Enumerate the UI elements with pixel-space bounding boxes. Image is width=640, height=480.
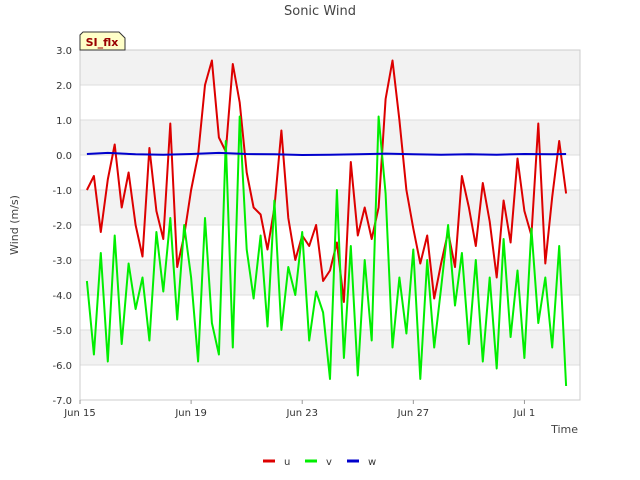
chart-canvas: Sonic Wind 3.0 2.0 1.0 0.0 -1.0 -2.0 -3.0 -4.0 -… [8,4,581,468]
grid-band [80,50,580,85]
y-tick-label: -1.0 [52,186,72,197]
x-axis-label: Time [550,423,578,436]
x-tick-label: Jun 23 [285,408,318,419]
legend-label-u: u [284,457,290,468]
x-axis: Jun 15 Jun 19 Jun 23 Jun 27 Jul 1 [63,400,535,419]
grid-band [80,120,580,155]
plot-area [79,49,581,401]
x-tick-label: Jun 15 [63,408,96,419]
legend-label-v: v [326,457,332,468]
y-axis: 3.0 2.0 1.0 0.0 -1.0 -2.0 -3.0 -4.0 -5.0 -6.0 -7.0 [52,46,72,407]
x-tick-label: Jun 27 [397,408,430,419]
y-tick-label: -6.0 [52,361,72,372]
x-tick-label: Jul 1 [513,408,536,419]
site-badge: SI_flx [79,31,126,51]
y-tick-label: 3.0 [56,46,72,57]
legend-label-w: w [368,457,376,468]
y-tick-label: -7.0 [52,396,72,407]
y-tick-label: -2.0 [52,221,72,232]
y-tick-label: -4.0 [52,291,72,302]
chart-title: Sonic Wind [284,4,356,19]
legend: u v w [263,457,376,468]
y-tick-label: 0.0 [56,151,72,162]
y-axis-label: Wind (m/s) [8,195,21,255]
y-tick-label: -3.0 [52,256,72,267]
x-tick-label: Jun 19 [174,408,207,419]
y-tick-label: 2.0 [56,81,72,92]
y-tick-label: 1.0 [56,116,72,127]
y-tick-label: -5.0 [52,326,72,337]
badge-label: SI_flx [86,36,119,49]
